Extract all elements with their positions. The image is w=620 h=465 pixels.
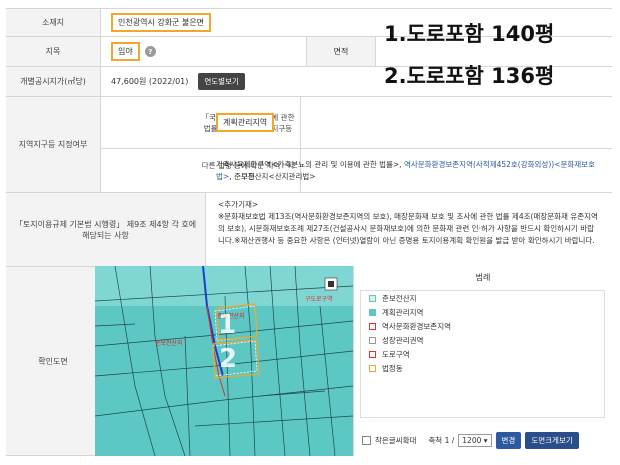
legend-item-label: 성장관리권역 [382,335,424,345]
scale-label: 축척 1 / [428,436,455,445]
legend-item: 법정동 [361,361,604,375]
overlay-note-2: 2.도로포함 136평 [384,64,555,88]
legend-list: 준보전산지계획관리지역역사문화환경보존지역성장관리권역도로구역법정동 [360,290,605,418]
legend-title: 범례 [475,273,491,282]
scale-select[interactable]: 1200 ▾ [458,434,492,447]
zoom-text-label: 작은글씨확대 [375,436,417,445]
help-icon[interactable]: ? [144,46,156,57]
legend-swatch [369,322,376,330]
official-price-value: 47,600원 (2022/01) [111,77,189,86]
legend-item: 준보전산지 [361,291,604,305]
land-use-reg-title: <추가기재> [218,200,259,209]
legend-item: 도로구역 [361,347,604,361]
overlay-note-1: 1.도로포함 140평 [384,22,555,46]
legend-item-label: 준보전산지 [382,293,417,303]
map-label-forest-2: 준보전산지 [155,340,183,347]
zoom-text-checkbox[interactable] [362,436,371,445]
legend-swatch [369,364,376,372]
zoning-label: 지역지구등 지정여부 [6,97,101,192]
official-price-label: 개별공시지가(㎡당) [6,67,101,96]
land-category-value: 임야 [111,42,140,61]
enlarge-map-button[interactable]: 도면크게보기 [525,432,579,449]
change-scale-button[interactable]: 변경 [495,432,522,449]
legend-panel: 범례 준보전산지계획관리지역역사문화환경보존지역성장관리권역도로구역법정동 작은… [353,266,612,456]
confirmation-map[interactable]: 구도로구역 준보전산지 준보전산지 1 2 [95,266,353,456]
legend-swatch [369,308,376,316]
parcel-1-marker: 1 [218,310,237,340]
map-label-road: 구도로구역 [305,296,333,303]
land-category-label: 지목 [6,37,101,66]
yearly-view-button[interactable]: 연도별보기 [198,73,245,90]
legend-item-label: 법정동 [382,363,403,373]
legend-swatch [369,336,376,344]
zoning-row: 지역지구등 지정여부 「국토의 계획 및 이용에 관한 법률」에 따른 지역 ·… [6,96,612,192]
legend-item-label: 계획관리지역 [382,307,424,317]
land-use-reg-label: 「토지이용규제 기본법 시행령」 제9조 제4항 각 호에 해당되는 사항 [6,193,206,266]
other-law-value: 가축사육제한구역<가축분뇨의 관리 및 이용에 관한 법률>, 역사문화환경보존… [216,160,595,181]
legend-item: 역사문화환경보존지역 [361,319,604,333]
map-section-label: 확인도면 [6,267,101,455]
legend-item-label: 도로구역 [382,349,410,359]
area-label: 면적 [306,37,376,66]
legend-item-label: 역사문화환경보존지역 [382,321,451,331]
legend-item: 계획관리지역 [361,305,604,319]
location-label: 소재지 [6,9,101,36]
legend-footer: 작은글씨확대 축척 1 / 1200 ▾ 변경 도면크게보기 [362,432,579,449]
land-use-reg-row: 「토지이용규제 기본법 시행령」 제9조 제4항 각 호에 해당되는 사항 <추… [6,192,612,266]
location-value: 인천광역시 강화군 불은면 [111,13,212,32]
legend-item: 성장관리권역 [361,333,604,347]
legend-swatch [369,294,376,302]
legend-swatch [369,350,376,358]
parcel-2-marker: 2 [219,344,238,374]
land-use-plan-page: 소재지 인천광역시 강화군 불은면 지목 임야 ? 면적 개별공시지가(㎡당) … [0,0,620,465]
land-use-reg-body: ※문화재보호법 제13조(역사문화환경보존지역의 보호), 매장문화재 보호 및… [218,212,598,245]
national-law-value: 계획관리지역 [216,113,275,132]
